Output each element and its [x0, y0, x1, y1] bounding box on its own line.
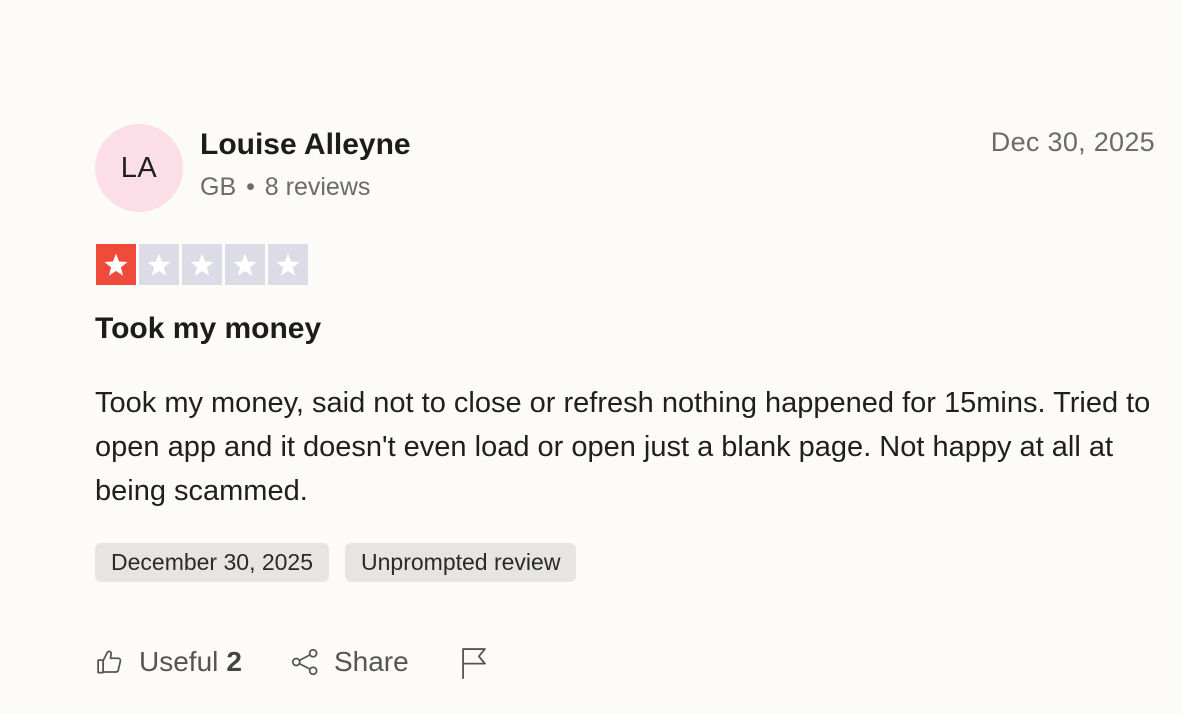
star-icon [147, 253, 171, 276]
avatar[interactable]: LA [95, 124, 183, 212]
star-rating [96, 244, 308, 285]
tag-experience-date: December 30, 2025 [95, 543, 330, 582]
star-icon [276, 253, 300, 276]
star-icon [233, 253, 257, 276]
meta-separator: • [246, 173, 255, 201]
useful-button[interactable]: Useful 2 [95, 646, 242, 678]
review-header: LA Louise Alleyne GB • 8 reviews Dec 30,… [95, 124, 1155, 212]
star-icon [104, 253, 128, 276]
useful-label: Useful [139, 646, 219, 677]
review-body: Took my money, said not to close or refr… [95, 387, 1151, 507]
tag-unprompted-review[interactable]: Unprompted review [345, 543, 577, 582]
star-empty [182, 244, 222, 285]
thumbs-up-icon [95, 647, 125, 677]
star-icon [190, 253, 214, 276]
review-tags: December 30, 2025 Unprompted review [95, 543, 577, 582]
review-title[interactable]: Took my money [95, 311, 321, 347]
star-filled [96, 244, 136, 285]
reviewer-country: GB [200, 173, 237, 201]
useful-count: 2 [226, 646, 242, 677]
reviewer-meta: GB • 8 reviews [200, 171, 411, 203]
review-actions: Useful 2 Share [95, 644, 489, 680]
reviewer-name[interactable]: Louise Alleyne [200, 126, 411, 164]
avatar-initials: LA [120, 151, 158, 184]
share-icon [290, 647, 320, 677]
star-empty [139, 244, 179, 285]
flag-icon [459, 646, 489, 680]
report-button[interactable] [459, 644, 489, 680]
star-empty [268, 244, 308, 285]
star-empty [225, 244, 265, 285]
review-card: LA Louise Alleyne GB • 8 reviews Dec 30,… [95, 124, 1155, 679]
review-date: Dec 30, 2025 [990, 127, 1155, 157]
share-label: Share [333, 646, 409, 677]
reviewer-reviews-count: 8 reviews [264, 173, 371, 201]
reviewer-info: Louise Alleyne GB • 8 reviews [200, 126, 411, 203]
share-button[interactable]: Share [290, 646, 409, 678]
